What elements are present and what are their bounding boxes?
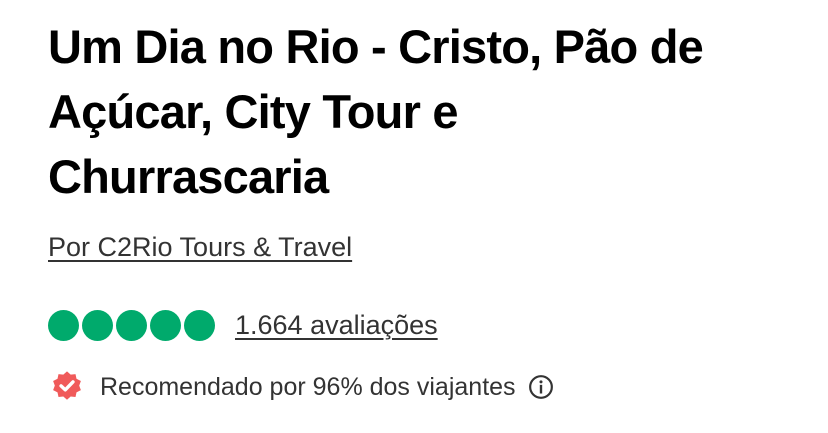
rating-row: 1.664 avaliações [48,310,438,341]
rating-bubble-filled [48,310,79,341]
reviews-link[interactable]: 1.664 avaliações [235,310,438,341]
recommendation: Recomendado por 96% dos viajantes [50,370,554,404]
rating-bubble-filled [184,310,215,341]
title-line: Churrascaria [48,150,329,203]
title-line: Açúcar, City Tour e [48,85,458,138]
rating-bubble-filled [116,310,147,341]
operator-link[interactable]: Por C2Rio Tours & Travel [48,232,352,263]
rating-bubble-filled [150,310,181,341]
title-line: Um Dia no Rio - Cristo, Pão de [48,20,704,73]
page-title: Um Dia no Rio - Cristo, Pão de Açúcar, C… [48,14,704,209]
info-icon[interactable] [528,374,554,400]
rating-bubble-filled [82,310,113,341]
recommendation-text: Recomendado por 96% dos viajantes [100,372,516,401]
rating-bubbles [48,310,215,341]
check-badge-icon [53,371,81,400]
